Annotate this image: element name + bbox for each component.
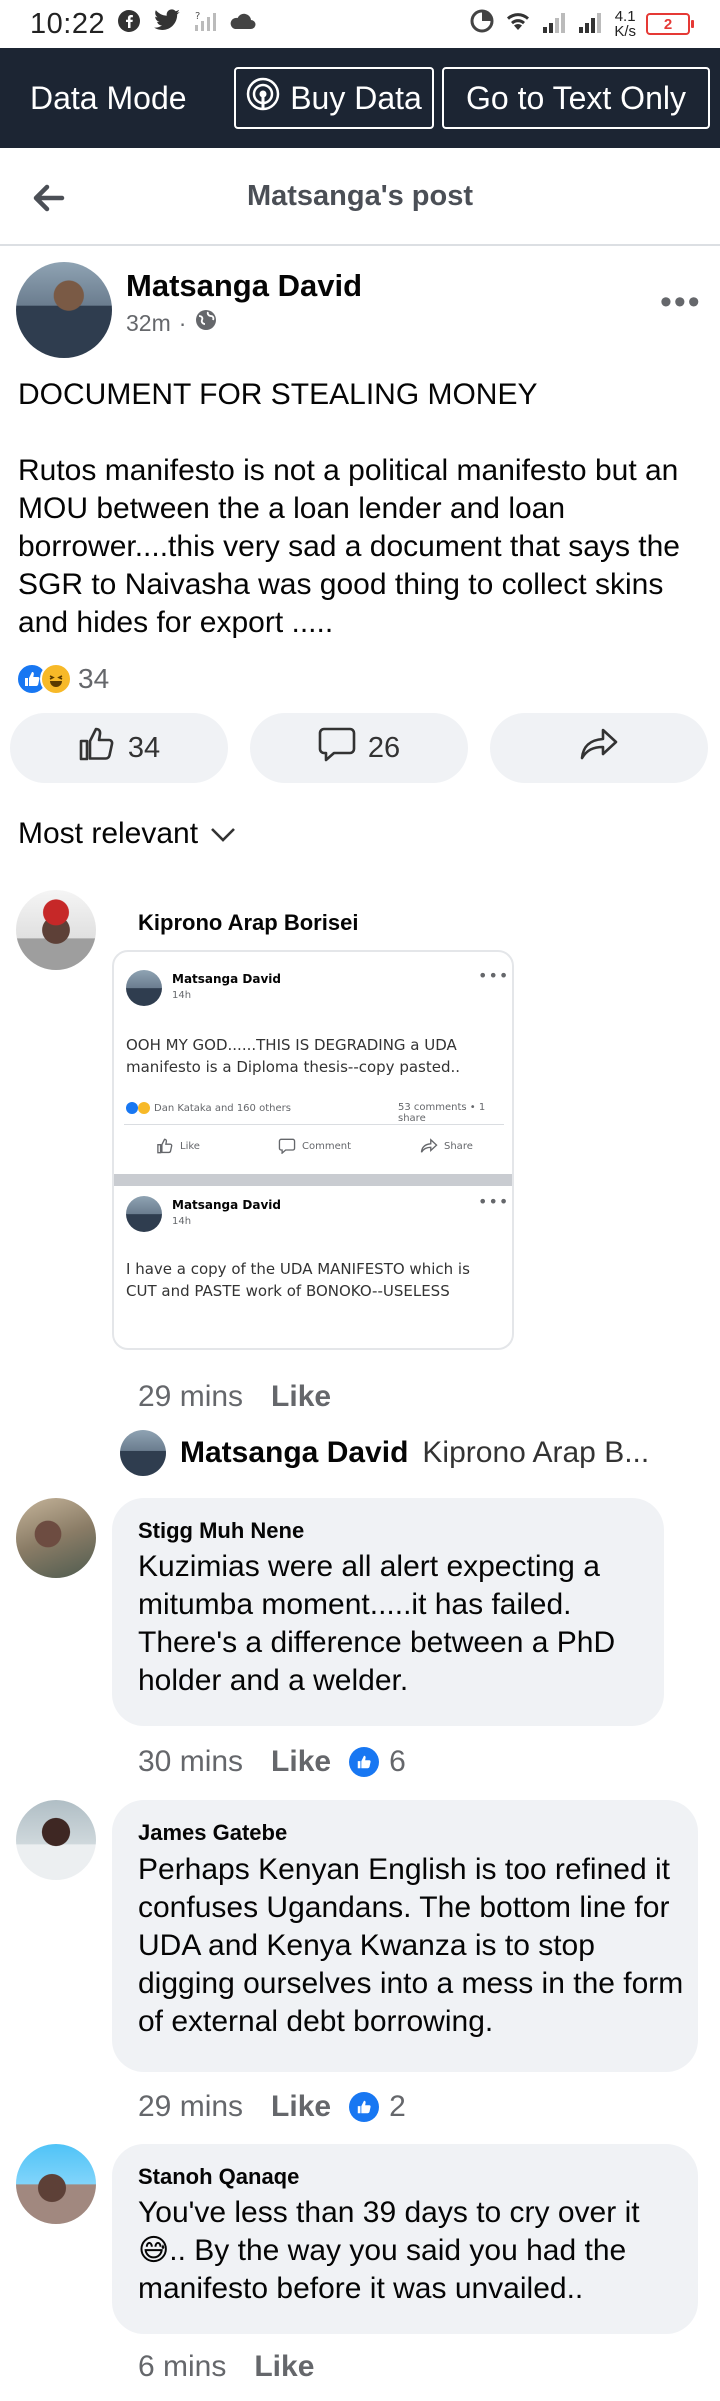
page-title: Matsanga's post xyxy=(246,179,474,212)
reply-text: Kiprono Arap B... xyxy=(422,1436,650,1469)
commenter-name[interactable]: Stanoh Qanaqe xyxy=(138,2164,299,2190)
commenter-name[interactable]: Stigg Muh Nene xyxy=(138,1518,304,1544)
share-button[interactable] xyxy=(490,713,708,783)
back-arrow-icon[interactable] xyxy=(28,178,68,218)
facebook-icon xyxy=(117,8,141,40)
commenter-avatar[interactable] xyxy=(16,890,96,970)
post-time: 32m xyxy=(126,309,171,336)
reply-avatar xyxy=(120,1430,166,1476)
attachment-author: Matsanga David xyxy=(172,972,282,986)
cloud-icon xyxy=(229,8,257,40)
globe-icon xyxy=(194,308,218,338)
comment-icon xyxy=(318,726,356,770)
like-button[interactable]: 34 xyxy=(10,713,228,783)
comment-time: 6 mins xyxy=(138,2350,227,2383)
comment-button[interactable]: 26 xyxy=(250,713,468,783)
text-only-button[interactable]: Go to Text Only xyxy=(442,67,710,129)
comment-like-count: 2 xyxy=(389,2090,406,2123)
comment-like-count: 6 xyxy=(389,1745,406,1778)
data-mode-label: Data Mode xyxy=(30,79,187,116)
comment-like-button[interactable]: Like xyxy=(254,2350,314,2384)
comment-time: 30 mins xyxy=(138,1745,244,1778)
comment-text: Perhaps Kenyan English is too refined it… xyxy=(138,1853,684,2038)
comment-image-attachment[interactable]: Matsanga David 14h ••• OOH MY GOD......T… xyxy=(112,950,514,1350)
reaction-summary[interactable]: 34 xyxy=(16,663,109,695)
commenter-avatar[interactable] xyxy=(16,1498,96,1578)
attachment-time-2: 14h xyxy=(172,1216,192,1227)
broadcast-icon xyxy=(246,77,280,119)
signal-icon-2 xyxy=(578,8,604,40)
commenter-avatar[interactable] xyxy=(16,1800,96,1880)
twitter-icon xyxy=(153,8,181,40)
comment-text: You've less than 39 days to cry over it😅… xyxy=(138,2196,640,2305)
no-signal-icon: ? xyxy=(193,8,217,40)
comment-like-button[interactable]: Like xyxy=(271,1380,331,1414)
comment-like-button[interactable]: Like xyxy=(271,2090,331,2124)
comment-meta: 30 mins Like 6 xyxy=(138,1745,406,1779)
commenter-name[interactable]: James Gatebe xyxy=(138,1820,287,1846)
comment-text: Kuzimias were all alert expecting a mitu… xyxy=(138,1550,616,1697)
wifi-icon xyxy=(504,8,532,40)
post-text: DOCUMENT FOR STEALING MONEY Rutos manife… xyxy=(18,378,680,639)
haha-reaction-icon xyxy=(40,663,72,695)
svg-text:?: ? xyxy=(195,11,200,22)
comment-time: 29 mins xyxy=(138,2090,244,2123)
more-options-icon[interactable]: ••• xyxy=(660,283,702,322)
share-icon xyxy=(579,726,619,770)
buy-data-label: Buy Data xyxy=(290,79,422,116)
chevron-down-icon xyxy=(210,817,236,851)
status-time: 10:22 xyxy=(30,7,106,40)
like-count: 34 xyxy=(127,731,161,764)
attachment-comment: Comment xyxy=(278,1138,351,1154)
attachment-more-icon-2: ••• xyxy=(478,1192,510,1211)
comment-like-button[interactable]: Like xyxy=(271,1745,331,1779)
post-header: Matsanga's post xyxy=(0,148,720,246)
comment-sort-dropdown[interactable]: Most relevant xyxy=(18,817,236,851)
buy-data-button[interactable]: Buy Data xyxy=(234,67,434,129)
reply-preview[interactable]: Matsanga David Kiprono Arap B... xyxy=(120,1430,649,1476)
thumbs-up-icon xyxy=(78,726,116,770)
reply-author: Matsanga David xyxy=(180,1436,409,1469)
attachment-avatar xyxy=(126,970,162,1006)
data-saver-icon xyxy=(470,8,494,40)
data-mode-bar: Data Mode Buy Data Go to Text Only xyxy=(0,48,720,148)
attachment-author-2: Matsanga David xyxy=(172,1198,282,1212)
battery-icon: 2 xyxy=(646,13,694,35)
attachment-time: 14h xyxy=(172,990,192,1001)
attachment-more-icon: ••• xyxy=(478,966,510,985)
commenter-avatar[interactable] xyxy=(16,2144,96,2224)
attachment-share: Share xyxy=(420,1138,473,1154)
comment-meta: 29 mins Like xyxy=(138,1380,331,1414)
comment-count: 26 xyxy=(367,731,401,764)
attachment-stats: 53 comments • 1 share xyxy=(398,1102,486,1124)
signal-icon xyxy=(542,8,568,40)
post-meta: 32m · xyxy=(126,308,218,338)
attachment-like: Like xyxy=(156,1138,200,1154)
sort-label: Most relevant xyxy=(18,817,199,850)
status-bar: 10:22 ? 4.1 K/s 2 xyxy=(0,0,720,48)
like-reaction-icon xyxy=(349,1747,380,1777)
network-speed: 4.1 K/s xyxy=(614,8,636,40)
attachment-text: OOH MY GOD......THIS IS DEGRADING a UDA … xyxy=(126,1036,461,1076)
text-only-label: Go to Text Only xyxy=(466,79,686,116)
like-reaction-icon xyxy=(349,2092,380,2122)
comment-meta: 29 mins Like 2 xyxy=(138,2090,406,2124)
author-name[interactable]: Matsanga David xyxy=(126,268,362,304)
author-avatar[interactable] xyxy=(16,262,112,358)
attachment-reactions: Dan Kataka and 160 others xyxy=(126,1102,291,1114)
comment-meta: 6 mins Like xyxy=(138,2350,314,2384)
reaction-count: 34 xyxy=(78,663,110,694)
commenter-name[interactable]: Kiprono Arap Borisei xyxy=(138,910,358,936)
comment-time: 29 mins xyxy=(138,1380,244,1413)
attachment-text-2: I have a copy of the UDA MANIFESTO which… xyxy=(126,1260,470,1300)
attachment-avatar-2 xyxy=(126,1196,162,1232)
